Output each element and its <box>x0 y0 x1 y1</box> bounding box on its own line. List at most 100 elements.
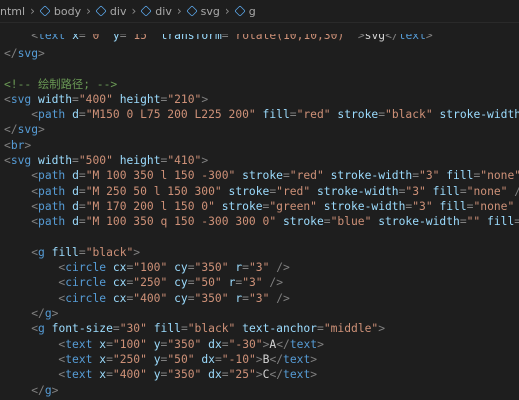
code-token: "black" <box>385 108 433 122</box>
code-token: svg <box>10 92 32 106</box>
code-line: </svg> <box>4 46 519 61</box>
code-token: > <box>201 92 209 106</box>
breadcrumb-item-div[interactable]: div <box>140 5 172 18</box>
code-token: = <box>78 169 86 183</box>
code-token: path <box>38 169 66 183</box>
code-token: y <box>153 337 161 351</box>
code-line: <path d="M 100 350 q 150 -300 300 0" str… <box>4 214 519 229</box>
code-token: font-size <box>51 322 113 336</box>
breadcrumb-item-body[interactable]: body <box>39 4 82 18</box>
code-token: </ <box>276 337 290 351</box>
code-token: "red" <box>289 169 324 183</box>
code-token: "410" <box>167 154 202 168</box>
breadcrumb-item-label: svg <box>200 4 220 18</box>
code-token: fill <box>153 322 181 336</box>
code-line: <g fill="black"> <box>4 245 519 260</box>
code-line: <path d="M 250 50 l 150 300" stroke="red… <box>4 184 519 199</box>
code-line: <path d="M150 0 L75 200 L225 200" fill="… <box>4 107 519 122</box>
code-token: < <box>4 154 11 168</box>
code-token: "middle" <box>323 322 379 336</box>
code-token: /> <box>276 261 290 275</box>
code-token: = <box>221 34 229 42</box>
breadcrumb-item-label: body <box>53 4 82 18</box>
code-token: transform <box>160 34 222 42</box>
code-token: = <box>459 215 467 229</box>
code-token: = <box>459 184 467 198</box>
code-token: = <box>106 368 113 382</box>
code-token: svg <box>17 47 39 60</box>
code-token: < <box>31 215 39 229</box>
code-token: stroke-width <box>439 108 519 122</box>
code-token: = <box>106 352 113 366</box>
code-token: circle <box>65 261 107 275</box>
code-token: /> <box>514 185 519 198</box>
code-token: > <box>310 352 318 366</box>
code-token: <!-- 绘制路径; --> <box>4 77 118 91</box>
code-token: cx <box>112 291 127 305</box>
breadcrumb-item-g[interactable]: g <box>234 5 256 18</box>
breadcrumb-item-label: ntml <box>0 4 26 18</box>
breadcrumb-item-html[interactable]: ntml <box>0 5 25 18</box>
code-token: cx <box>112 276 127 290</box>
code-editor[interactable]: <text x="0" y="15" transform="rotate(10,… <box>4 34 519 398</box>
code-token: "350" <box>167 337 202 351</box>
code-token: "250" <box>112 352 147 366</box>
code-token: "3" <box>405 184 426 198</box>
code-token: = <box>78 215 86 229</box>
element-icon <box>95 5 107 17</box>
code-token: fill <box>439 199 467 213</box>
element-icon <box>140 5 152 17</box>
code-token: < <box>31 245 39 259</box>
code-token: "M 170 200 l 150 0" <box>85 199 215 213</box>
code-token: cy <box>174 261 188 275</box>
code-token: = <box>187 261 195 275</box>
code-token: "400" <box>112 368 147 382</box>
breadcrumb-item-div[interactable]: div <box>95 5 126 18</box>
code-token: = <box>378 108 386 122</box>
breadcrumb-item-svg[interactable]: svg <box>185 4 220 18</box>
code-token: stroke <box>242 169 283 183</box>
code-token: "3" <box>419 169 440 183</box>
code-token: = <box>78 184 86 198</box>
code-token: </ <box>4 47 18 60</box>
code-token: br <box>10 138 25 152</box>
code-token: text <box>283 368 311 382</box>
code-token: < <box>4 92 11 106</box>
code-token: = <box>72 92 79 106</box>
code-line: <text x="400" y="350" dx="25">C</text> <box>4 367 519 382</box>
code-line: <path d="M 100 350 l 150 -300" stroke="r… <box>4 168 519 183</box>
code-token: "-10" <box>221 352 256 366</box>
code-token: "350" <box>194 291 229 305</box>
code-token: stroke-width <box>316 184 399 198</box>
chevron-right-icon: › <box>86 4 91 18</box>
code-token: width <box>38 92 73 106</box>
code-token: circle <box>65 291 107 305</box>
code-token: fill <box>262 108 290 122</box>
code-token: y <box>153 368 161 382</box>
element-icon <box>234 5 246 17</box>
code-line: </g> <box>4 383 519 398</box>
chevron-right-icon: › <box>176 4 182 18</box>
code-token: > <box>255 368 263 382</box>
chevron-right-icon: › <box>224 4 230 18</box>
code-token: = <box>78 108 86 122</box>
code-token: stroke <box>221 199 263 213</box>
